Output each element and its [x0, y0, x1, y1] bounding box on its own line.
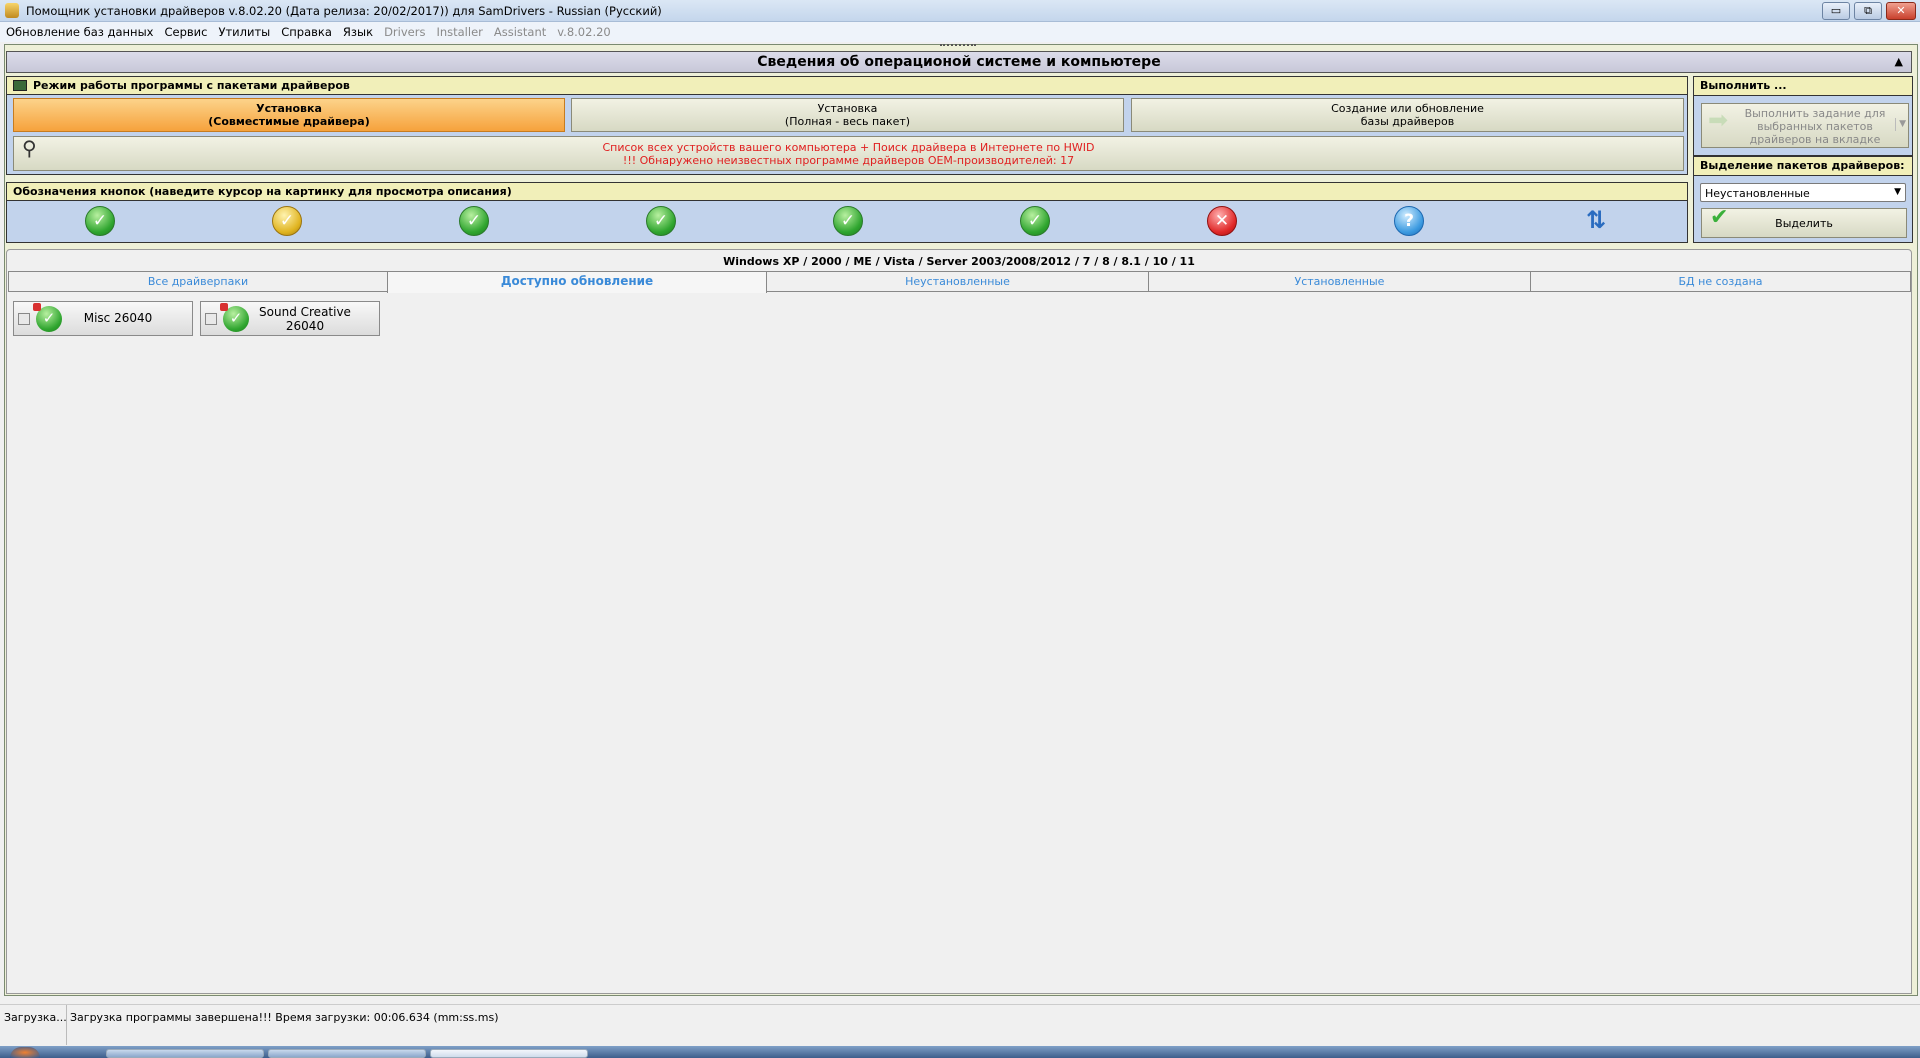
- button-line: базы драйверов: [1360, 115, 1455, 128]
- checkmark-icon: ✔: [1710, 205, 1729, 230]
- window-title: Помощник установки драйверов v.8.02.20 (…: [26, 4, 662, 18]
- menu-drivers: Drivers: [384, 25, 426, 39]
- select-button[interactable]: ✔ Выделить: [1701, 205, 1907, 238]
- selection-dropdown[interactable]: Неустановленные ▼: [1700, 183, 1906, 202]
- package-name: Misc 26040: [83, 311, 153, 325]
- install-compatible-button[interactable]: Установка (Совместимые драйвера): [13, 98, 565, 132]
- collapse-arrow-icon[interactable]: ▲: [1895, 52, 1903, 72]
- menu-version: v.8.02.20: [557, 25, 611, 39]
- status-message: Загрузка программы завершена!!! Время за…: [70, 1011, 499, 1024]
- dropdown-arrow-icon[interactable]: ▼: [1895, 118, 1906, 131]
- tab-installed[interactable]: Установленные: [1148, 271, 1531, 292]
- legend-header: Обозначения кнопок (наведите курсор на к…: [6, 182, 1688, 201]
- button-line: (Совместимые драйвера): [208, 115, 370, 128]
- tab-all-driverpacks[interactable]: Все драйверпаки: [8, 271, 388, 292]
- update-warning-icon[interactable]: ✓: [833, 206, 863, 236]
- button-line: (Полная - весь пакет): [784, 115, 911, 128]
- menu-assistant: Assistant: [493, 25, 547, 39]
- selection-header: Выделение пакетов драйверов:: [1693, 156, 1913, 176]
- button-line: Установка: [256, 102, 322, 115]
- button-line: Создание или обновление: [1331, 102, 1484, 115]
- system-info-title: Сведения об операционой системе и компью…: [757, 54, 1161, 70]
- restore-button[interactable]: ⧉: [1854, 2, 1882, 20]
- tab-update-available[interactable]: Доступно обновление: [387, 271, 767, 293]
- start-button[interactable]: [10, 1047, 40, 1058]
- package-item[interactable]: ✓ Sound Creative 26040: [200, 301, 380, 336]
- menu-update-db[interactable]: Обновление баз данных: [0, 22, 158, 39]
- update-available-icon: ✓: [33, 303, 62, 332]
- menu-language[interactable]: Язык: [337, 22, 378, 39]
- update-available-icon: ✓: [220, 303, 249, 332]
- arrow-right-icon: ➡: [1708, 106, 1729, 134]
- minimize-button[interactable]: ▭: [1822, 2, 1850, 20]
- selection-title: Выделение пакетов драйверов:: [1700, 159, 1905, 172]
- close-button[interactable]: ✕: [1886, 2, 1916, 20]
- select-button-label: Выделить: [1775, 217, 1833, 230]
- splitter-grip[interactable]: [940, 44, 976, 49]
- tabs-area: [6, 249, 1912, 994]
- button-line: выбранных пакетов: [1757, 120, 1873, 133]
- mode-section-title: Режим работы программы с пакетами драйве…: [33, 79, 350, 92]
- package-item[interactable]: ✓ Misc 26040: [13, 301, 193, 336]
- taskbar-item[interactable]: [430, 1049, 588, 1058]
- chevron-down-icon: ▼: [1894, 187, 1901, 197]
- device-list-line2: !!! Обнаружено неизвестных программе дра…: [622, 154, 1075, 167]
- menu-utilities[interactable]: Утилиты: [212, 22, 275, 39]
- system-info-header[interactable]: Сведения об операционой системе и компью…: [6, 51, 1912, 73]
- installed-warning-icon[interactable]: ✓: [272, 206, 302, 236]
- binoculars-icon: ⚲: [22, 136, 37, 160]
- device-list-button[interactable]: ⚲ Список всех устройств вашего компьютер…: [13, 136, 1684, 171]
- title-bar: Помощник установки драйверов v.8.02.20 (…: [0, 0, 1920, 22]
- status-left: Загрузка...: [4, 1011, 67, 1024]
- app-icon: [5, 3, 19, 18]
- button-line: драйверов на вкладке: [1749, 133, 1881, 146]
- package-version: 26040: [285, 319, 325, 333]
- refresh-icon[interactable]: ⇅: [1581, 206, 1611, 236]
- newer-installed-icon[interactable]: ✓: [646, 206, 676, 236]
- button-line: Выполнить задание для: [1744, 107, 1886, 120]
- package-name: Sound Creative: [259, 305, 351, 319]
- legend-title: Обозначения кнопок (наведите курсор на к…: [13, 185, 512, 198]
- taskbar-item[interactable]: [268, 1049, 426, 1058]
- installed-ok-icon[interactable]: ✓: [85, 206, 115, 236]
- mode-section-header: Режим работы программы с пакетами драйве…: [6, 76, 1688, 95]
- newer-warning-icon[interactable]: ✓: [1020, 206, 1050, 236]
- package-checkbox[interactable]: [18, 313, 30, 325]
- unknown-icon[interactable]: ?: [1394, 206, 1424, 236]
- button-line: Установка: [817, 102, 878, 115]
- taskbar-item[interactable]: [106, 1049, 264, 1058]
- tab-db-not-created[interactable]: БД не создана: [1530, 271, 1911, 292]
- os-compat-line: Windows XP / 2000 / ME / Vista / Server …: [723, 255, 1195, 268]
- execute-header: Выполнить ...: [1693, 76, 1913, 96]
- create-update-db-button[interactable]: Создание или обновление базы драйверов: [1131, 98, 1684, 132]
- menu-service[interactable]: Сервис: [158, 22, 212, 39]
- menu-help[interactable]: Справка: [275, 22, 337, 39]
- status-bar: Загрузка... Загрузка программы завершена…: [0, 1004, 1920, 1045]
- install-full-button[interactable]: Установка (Полная - весь пакет): [571, 98, 1124, 132]
- device-list-line1: Список всех устройств вашего компьютера …: [602, 141, 1095, 154]
- board-icon: [13, 80, 27, 91]
- package-checkbox[interactable]: [205, 313, 217, 325]
- menu-installer: Installer: [436, 25, 483, 39]
- menu-bar: Обновление баз данных Сервис Утилиты Справк…: [0, 22, 1920, 42]
- tab-not-installed[interactable]: Неустановленные: [766, 271, 1149, 292]
- not-installed-icon[interactable]: ✕: [1207, 206, 1237, 236]
- execute-title: Выполнить ...: [1700, 79, 1787, 92]
- execute-task-button[interactable]: ➡ Выполнить задание для выбранных пакетов…: [1701, 103, 1909, 148]
- dropdown-value: Неустановленные: [1705, 187, 1810, 200]
- update-available-icon[interactable]: ✓: [459, 206, 489, 236]
